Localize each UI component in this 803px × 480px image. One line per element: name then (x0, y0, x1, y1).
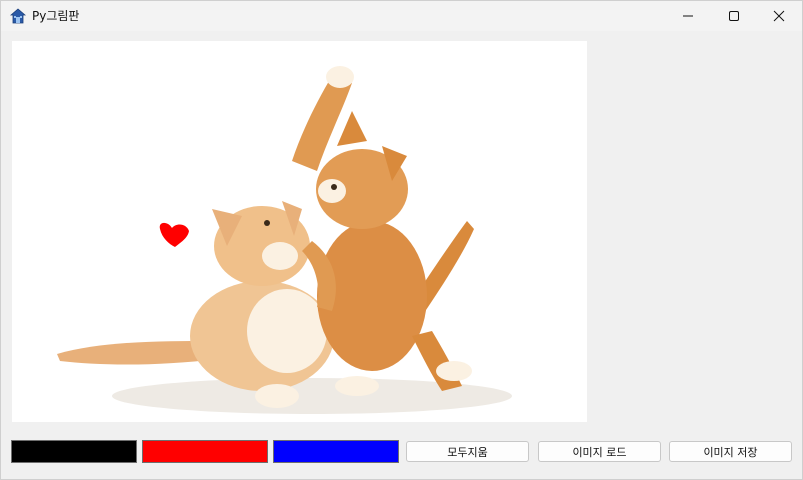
window-title: Py그림판 (32, 9, 80, 23)
maximize-icon (728, 7, 740, 26)
drawing-canvas[interactable] (12, 41, 587, 422)
home-icon (9, 8, 27, 24)
red-drawing (159, 222, 189, 247)
canvas-image (57, 66, 512, 414)
color-black-button[interactable] (11, 440, 137, 463)
save-image-button[interactable]: 이미지 저장 (669, 441, 792, 462)
close-button[interactable] (756, 1, 802, 31)
minimize-button[interactable] (665, 1, 711, 31)
title-bar: Py그림판 (1, 1, 802, 31)
load-image-button[interactable]: 이미지 로드 (538, 441, 661, 462)
maximize-button[interactable] (711, 1, 757, 31)
close-icon (773, 7, 785, 26)
clear-all-button[interactable]: 모두지움 (406, 441, 529, 462)
color-blue-button[interactable] (273, 440, 399, 463)
minimize-icon (682, 7, 694, 26)
color-red-button[interactable] (142, 440, 268, 463)
app-window: Py그림판 모두지움 이미지 로드 이미지 저장 (0, 0, 803, 480)
